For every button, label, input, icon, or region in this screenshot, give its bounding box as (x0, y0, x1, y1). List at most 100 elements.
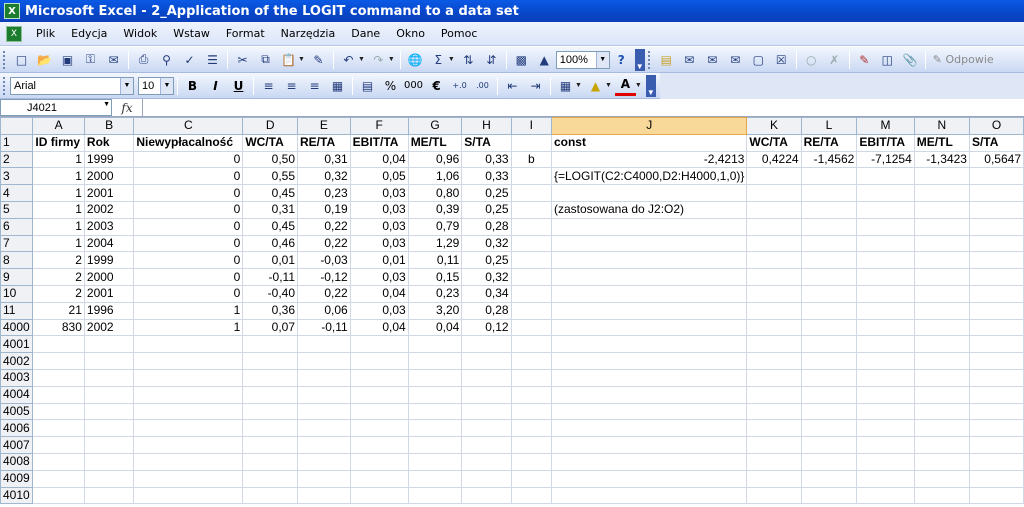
cell-n1[interactable]: ME/TL (913, 133, 970, 152)
cell-g4004[interactable] (407, 385, 463, 404)
research-icon[interactable]: ☰ (202, 50, 223, 70)
cell-o11[interactable] (968, 301, 1024, 320)
cell-a4000[interactable]: 830 (32, 318, 85, 337)
cell-a3[interactable]: 1 (32, 167, 85, 186)
chevron-down-icon[interactable]: ▼ (605, 82, 612, 89)
cell-f4[interactable]: 0,03 (349, 184, 409, 202)
chart-wizard-icon[interactable]: ▩ (511, 50, 532, 70)
decrease-decimal-icon[interactable]: .00 (472, 76, 493, 96)
cell-g4010[interactable] (407, 486, 463, 505)
cell-e9[interactable]: -0,12 (297, 268, 351, 286)
cell-f7[interactable]: 0,03 (349, 234, 409, 253)
cell-c4008[interactable] (133, 452, 244, 471)
row-header[interactable]: 9 (0, 268, 34, 286)
cell-o10[interactable] (968, 284, 1024, 303)
cell-d4[interactable]: 0,45 (242, 184, 299, 202)
cell-l11[interactable] (800, 301, 858, 320)
cell-h4002[interactable] (461, 352, 512, 370)
column-header-b[interactable]: B (83, 117, 135, 135)
row-header[interactable]: 3 (0, 167, 34, 186)
column-header-i[interactable]: I (510, 117, 552, 135)
cell-f5[interactable]: 0,03 (349, 200, 409, 219)
cell-h3[interactable]: 0,33 (461, 167, 512, 186)
cell-l4000[interactable] (800, 318, 858, 337)
pages-icon[interactable]: ◫ (877, 50, 898, 70)
cell-h1[interactable]: S/TA (461, 133, 512, 152)
cell-b4008[interactable] (83, 452, 135, 471)
cell-n4005[interactable] (913, 402, 970, 421)
cell-k8[interactable] (746, 251, 802, 270)
cell-j7[interactable] (550, 234, 748, 253)
cell-a5[interactable]: 1 (32, 200, 85, 219)
cell-j10[interactable] (550, 284, 748, 303)
toolbar-grip[interactable] (3, 50, 7, 69)
cell-l4003[interactable] (800, 368, 858, 387)
cell-o4010[interactable] (968, 486, 1024, 505)
cell-b6[interactable]: 2003 (83, 217, 135, 236)
chevron-down-icon[interactable]: ▼ (298, 56, 305, 63)
cell-n7[interactable] (913, 234, 970, 253)
reply-icon[interactable]: ✉ (679, 50, 700, 70)
cell-k4005[interactable] (746, 402, 802, 421)
cell-l6[interactable] (800, 217, 858, 236)
cell-k10[interactable] (746, 284, 802, 303)
bold-button[interactable]: B (182, 76, 203, 96)
cell-a4005[interactable] (32, 402, 85, 421)
cell-j6[interactable] (550, 217, 748, 236)
font-size-select[interactable]: 10 ▼ (138, 76, 174, 95)
cell-d4006[interactable] (242, 419, 299, 438)
cell-n4010[interactable] (913, 486, 970, 505)
cell-b5[interactable]: 2002 (83, 200, 135, 219)
column-header-a[interactable]: A (32, 117, 85, 135)
cell-m1[interactable]: EBIT/TA (856, 133, 915, 152)
cell-g7[interactable]: 1,29 (407, 234, 463, 253)
cell-d4005[interactable] (242, 402, 299, 421)
cell-j4008[interactable] (550, 452, 748, 471)
cell-k4001[interactable] (746, 335, 802, 354)
hyperlink-icon[interactable]: 🌐 (405, 50, 426, 70)
permission-icon[interactable]: ⚿ (80, 50, 101, 70)
column-header-e[interactable]: E (297, 117, 351, 135)
cell-l2[interactable]: -1,4562 (800, 150, 858, 169)
cell-i4005[interactable] (510, 402, 552, 421)
cell-h4009[interactable] (461, 469, 512, 488)
percent-button[interactable]: % (380, 76, 401, 96)
cell-l4007[interactable] (800, 436, 858, 454)
cell-e4006[interactable] (297, 419, 351, 438)
cell-o4009[interactable] (968, 469, 1024, 488)
cell-k3[interactable] (746, 167, 802, 186)
increase-decimal-icon[interactable]: +.0 (449, 76, 470, 96)
cell-d4003[interactable] (242, 368, 299, 387)
cell-a6[interactable]: 1 (32, 217, 85, 236)
cell-b4003[interactable] (83, 368, 135, 387)
cell-n5[interactable] (913, 200, 970, 219)
cell-k4010[interactable] (746, 486, 802, 505)
attach-icon[interactable]: 📎 (900, 50, 921, 70)
cell-o7[interactable] (968, 234, 1024, 253)
cell-e8[interactable]: -0,03 (297, 251, 351, 270)
cell-h4005[interactable] (461, 402, 512, 421)
cell-h4010[interactable] (461, 486, 512, 505)
currency-icon[interactable]: ▤ (357, 76, 378, 96)
menu-format[interactable]: Format (218, 27, 273, 40)
cell-b7[interactable]: 2004 (83, 234, 135, 253)
formula-input[interactable] (142, 99, 1024, 116)
cell-e5[interactable]: 0,19 (297, 200, 351, 219)
cell-f4003[interactable] (349, 368, 409, 387)
cell-g4005[interactable] (407, 402, 463, 421)
row-header[interactable]: 1 (0, 133, 34, 152)
cell-j4001[interactable] (550, 335, 748, 354)
cell-g4007[interactable] (407, 436, 463, 454)
cell-d10[interactable]: -0,40 (242, 284, 299, 303)
cell-c4004[interactable] (133, 385, 244, 404)
column-header-d[interactable]: D (242, 117, 299, 135)
cell-o1[interactable]: S/TA (968, 133, 1024, 152)
increase-indent-icon[interactable]: ⇥ (525, 76, 546, 96)
cell-k11[interactable] (746, 301, 802, 320)
track-icon[interactable]: ○ (801, 50, 822, 70)
row-header[interactable]: 4001 (0, 335, 34, 354)
cell-h8[interactable]: 0,25 (461, 251, 512, 270)
font-select[interactable]: Arial ▼ (10, 76, 134, 95)
folder-icon[interactable]: ▤ (656, 50, 677, 70)
cell-n4003[interactable] (913, 368, 970, 387)
